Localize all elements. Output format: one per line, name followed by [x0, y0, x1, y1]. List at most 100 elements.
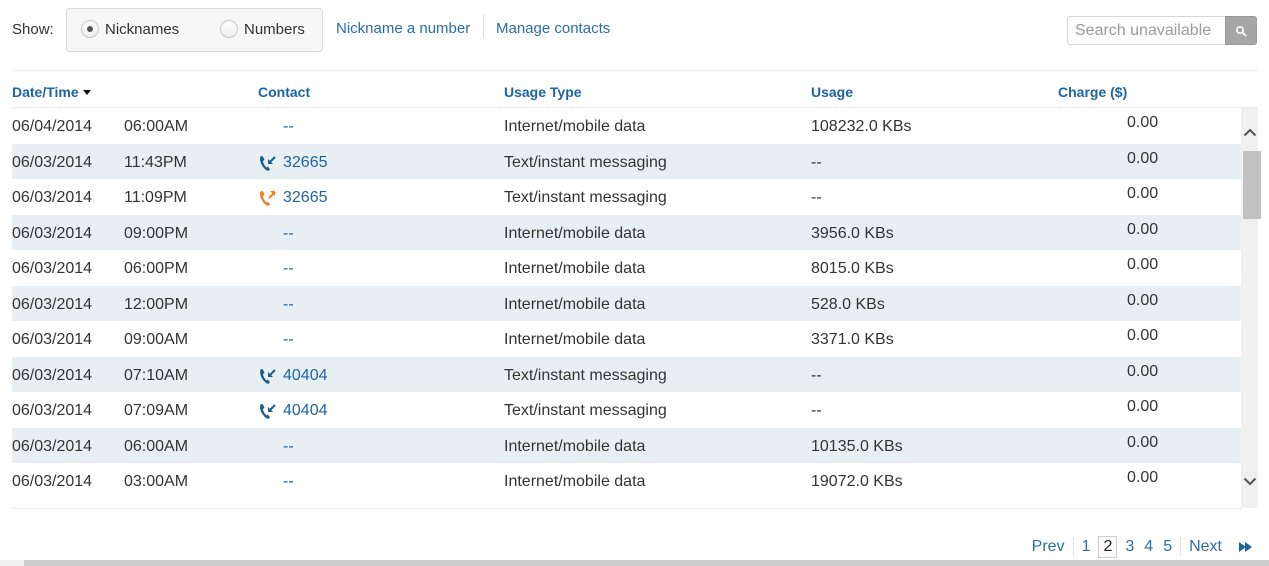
column-header-contact[interactable]: Contact — [258, 84, 310, 100]
usage-cell: 8015.0 KBs — [811, 260, 894, 277]
horizontal-scrollbar[interactable] — [0, 560, 1269, 566]
table-row[interactable]: 06/03/2014 07:10AM 40404 Text/instant messa… — [12, 356, 1241, 392]
usage-cell: -- — [811, 153, 822, 171]
usage-table: Date/Time Contact Usage Type Usage Charg… — [12, 78, 1261, 509]
radio-nicknames[interactable]: Nicknames — [81, 20, 179, 38]
time-cell: 09:00AM — [124, 331, 189, 348]
pagination: Prev 1 2 3 4 5 Next — [1027, 534, 1253, 560]
charge-cell: 0.00 — [1127, 220, 1159, 238]
page-link-1[interactable]: 1 — [1077, 538, 1096, 556]
contact-cell-empty: -- — [283, 118, 294, 135]
usage-type-cell: Internet/mobile data — [504, 437, 646, 455]
table-row[interactable]: 06/03/2014 06:00PM -- Internet/mobile data 8… — [12, 250, 1241, 286]
time-cell: 06:00AM — [124, 437, 189, 455]
charge-cell: 0.00 — [1127, 114, 1159, 131]
search-box — [1067, 16, 1257, 45]
column-header-usage[interactable]: Usage — [811, 84, 853, 100]
last-page-button[interactable] — [1239, 542, 1253, 552]
date-cell: 06/03/2014 — [12, 402, 93, 419]
divider — [12, 70, 1257, 71]
scroll-up-button[interactable] — [1241, 124, 1258, 141]
incoming-message-icon — [260, 404, 276, 419]
next-page-link[interactable]: Next — [1184, 538, 1227, 556]
filter-bar: Show: Nicknames Numbers Nickname a numbe… — [0, 0, 1269, 70]
contact-cell[interactable]: 32665 — [258, 189, 328, 207]
table-row[interactable]: 06/03/2014 09:00PM -- Internet/mobile data 3… — [12, 214, 1241, 250]
incoming-message-icon — [260, 155, 276, 171]
contact-cell-empty: -- — [283, 473, 294, 490]
date-cell: 06/04/2014 — [12, 118, 93, 135]
contact-link[interactable]: 40404 — [283, 367, 328, 385]
nickname-number-link[interactable]: Nickname a number — [336, 20, 470, 37]
pagination-divider — [1180, 538, 1182, 556]
contact-link[interactable]: 32665 — [283, 189, 328, 207]
contact-cell-empty: -- — [283, 224, 294, 242]
usage-type-cell: Text/instant messaging — [504, 189, 667, 206]
table-row[interactable]: 06/03/2014 11:09PM 32665 Text/instant messa… — [12, 179, 1241, 215]
search-button[interactable] — [1225, 16, 1257, 45]
horizontal-scrollbar-thumb[interactable] — [24, 560, 1269, 566]
scroll-down-button[interactable] — [1241, 473, 1258, 490]
table-row[interactable]: 06/03/2014 06:00AM -- Internet/mobile data 1… — [12, 427, 1241, 463]
date-cell: 06/03/2014 — [12, 473, 93, 490]
table-row[interactable]: 06/03/2014 09:00AM -- Internet/mobile data 3… — [12, 321, 1241, 357]
table-row[interactable]: 06/03/2014 03:00AM -- Internet/mobile data 1… — [12, 463, 1241, 499]
radio-numbers-label: Numbers — [244, 20, 305, 38]
time-cell: 07:09AM — [124, 402, 189, 419]
page-link-3[interactable]: 3 — [1120, 538, 1139, 556]
table-body: 06/04/2014 06:00AM -- Internet/mobile data 1… — [12, 108, 1241, 508]
page-link-5[interactable]: 5 — [1158, 538, 1177, 556]
column-header-usage-type[interactable]: Usage Type — [504, 84, 582, 100]
usage-type-cell: Internet/mobile data — [504, 331, 646, 348]
usage-type-cell: Internet/mobile data — [504, 473, 646, 490]
time-cell: 11:43PM — [124, 153, 187, 171]
usage-cell: 19072.0 KBs — [811, 473, 903, 490]
usage-type-cell: Text/instant messaging — [504, 153, 667, 171]
table-row[interactable]: 06/03/2014 07:09AM 40404 Text/instant messa… — [12, 392, 1241, 428]
display-mode-radio-group: Nicknames Numbers — [66, 8, 323, 52]
charge-cell: 0.00 — [1127, 398, 1159, 415]
contact-cell[interactable]: 32665 — [258, 154, 328, 172]
contact-link[interactable]: 32665 — [283, 154, 328, 172]
usage-type-cell: Internet/mobile data — [504, 224, 646, 242]
radio-checked-icon[interactable] — [81, 20, 99, 38]
search-input[interactable] — [1067, 16, 1225, 45]
page-link-4[interactable]: 4 — [1139, 538, 1158, 556]
usage-type-cell: Text/instant messaging — [504, 366, 667, 384]
radio-numbers[interactable]: Numbers — [220, 20, 305, 38]
table-row[interactable]: 06/03/2014 11:43PM 32665 Text/instant messa… — [12, 143, 1241, 179]
contact-cell[interactable]: 40404 — [258, 367, 328, 385]
radio-unchecked-icon[interactable] — [220, 20, 238, 38]
table-row[interactable]: 06/03/2014 12:00PM -- Internet/mobile data 5… — [12, 285, 1241, 321]
column-header-datetime[interactable]: Date/Time — [12, 84, 91, 100]
pagination-divider — [1072, 538, 1074, 556]
usage-cell: -- — [811, 189, 822, 206]
vertical-scrollbar[interactable] — [1241, 108, 1261, 508]
page-current-2[interactable]: 2 — [1098, 536, 1118, 558]
show-label: Show: — [12, 21, 54, 38]
chevron-down-icon — [1243, 477, 1256, 486]
charge-cell: 0.00 — [1127, 433, 1159, 451]
manage-contacts-link[interactable]: Manage contacts — [496, 20, 610, 37]
usage-cell: 10135.0 KBs — [811, 437, 903, 455]
table-row[interactable]: 06/04/2014 06:00AM -- Internet/mobile data 1… — [12, 108, 1241, 144]
column-header-charge[interactable]: Charge ($) — [1058, 84, 1127, 100]
date-cell: 06/03/2014 — [12, 331, 93, 348]
usage-cell: 3371.0 KBs — [811, 331, 894, 348]
date-cell: 06/03/2014 — [12, 224, 93, 242]
outgoing-message-icon — [260, 191, 276, 206]
contact-cell-empty: -- — [283, 331, 294, 348]
prev-page-link[interactable]: Prev — [1027, 538, 1070, 556]
charge-cell: 0.00 — [1127, 362, 1159, 380]
date-cell: 06/03/2014 — [12, 366, 93, 384]
time-cell: 09:00PM — [124, 224, 189, 242]
charge-cell: 0.00 — [1127, 469, 1159, 486]
table-bottom-border — [12, 508, 1241, 509]
sort-desc-icon — [82, 90, 91, 95]
link-divider — [483, 14, 484, 38]
contact-link[interactable]: 40404 — [283, 402, 328, 420]
contact-cell[interactable]: 40404 — [258, 402, 328, 420]
time-cell: 03:00AM — [124, 473, 189, 490]
scrollbar-thumb[interactable] — [1243, 151, 1261, 219]
usage-cell: -- — [811, 402, 822, 419]
